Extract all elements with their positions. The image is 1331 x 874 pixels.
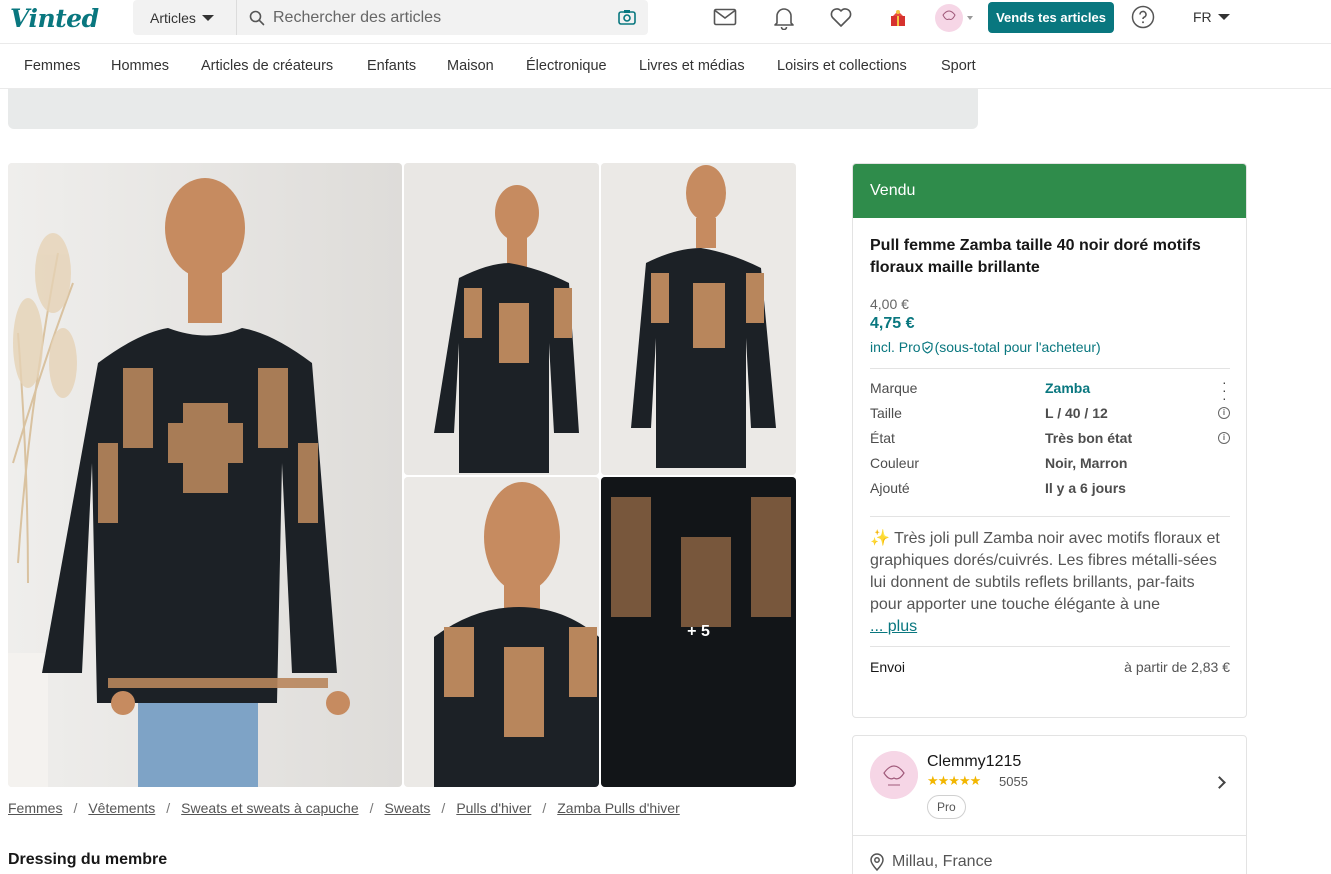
gift-icon[interactable] bbox=[887, 7, 909, 34]
language-label: FR bbox=[1193, 9, 1212, 25]
breadcrumb-link[interactable]: Pulls d'hiver bbox=[456, 800, 531, 816]
shipping-value: à partir de 2,83 € bbox=[1124, 659, 1230, 675]
incl-label: incl. Pro bbox=[870, 339, 921, 355]
detail-value: Noir, Marron bbox=[1045, 455, 1128, 471]
detail-row-added: Ajouté Il y a 6 jours bbox=[870, 480, 1230, 500]
search-input[interactable] bbox=[273, 8, 613, 27]
detail-row-condition: État Très bon état i bbox=[870, 430, 1230, 450]
item-description: ✨ Très joli pull Zamba noir avec motifs … bbox=[870, 528, 1230, 638]
thumbnail-photo-2[interactable] bbox=[601, 163, 796, 475]
detail-label: Ajouté bbox=[870, 480, 910, 496]
camera-search-icon[interactable] bbox=[618, 9, 636, 30]
heart-icon[interactable] bbox=[829, 6, 853, 33]
breadcrumb-link[interactable]: Sweats bbox=[385, 800, 431, 816]
info-icon[interactable]: i bbox=[1218, 432, 1230, 444]
search-category-dropdown[interactable]: Articles bbox=[133, 0, 237, 35]
divider bbox=[853, 835, 1246, 836]
breadcrumb-link[interactable]: Zamba Pulls d'hiver bbox=[557, 800, 680, 816]
breadcrumb-separator: / bbox=[166, 800, 171, 816]
inbox-icon[interactable] bbox=[713, 6, 737, 33]
nav-livres[interactable]: Livres et médias bbox=[639, 58, 745, 74]
seller-location: Millau, France bbox=[870, 853, 992, 871]
category-nav: Femmes Hommes Articles de créateurs Enfa… bbox=[0, 44, 1331, 89]
detail-value: Il y a 6 jours bbox=[1045, 480, 1126, 496]
nav-createurs[interactable]: Articles de créateurs bbox=[201, 58, 333, 74]
buyer-protection-info[interactable]: incl. Pro (sous-total pour l'acheteur) bbox=[870, 339, 1101, 355]
detail-label: Taille bbox=[870, 405, 902, 421]
nav-hommes[interactable]: Hommes bbox=[111, 58, 169, 74]
divider bbox=[870, 646, 1230, 647]
thumbnail-photo-1[interactable] bbox=[404, 163, 599, 475]
breadcrumb-link[interactable]: Vêtements bbox=[88, 800, 155, 816]
divider bbox=[870, 516, 1230, 517]
nav-electronique[interactable]: Électronique bbox=[526, 58, 607, 74]
user-avatar[interactable] bbox=[934, 3, 974, 38]
language-selector[interactable]: FR bbox=[1193, 9, 1230, 25]
shield-icon bbox=[921, 340, 933, 354]
ad-banner-placeholder bbox=[8, 89, 978, 129]
shipping-label: Envoi bbox=[870, 659, 906, 675]
divider bbox=[870, 368, 1230, 369]
more-photos-overlay[interactable]: + 5 bbox=[601, 477, 796, 787]
detail-row-brand: Marque Zamba · · · bbox=[870, 375, 1230, 405]
detail-value: L / 40 / 12 bbox=[1045, 405, 1108, 421]
item-title: Pull femme Zamba taille 40 noir doré mot… bbox=[870, 237, 1201, 276]
rating-stars: ★★★★★ bbox=[927, 773, 981, 788]
detail-row-color: Couleur Noir, Marron bbox=[870, 455, 1230, 475]
detail-label: Marque bbox=[870, 380, 918, 396]
thumbnail-photo-4[interactable]: + 5 bbox=[601, 477, 796, 787]
detail-row-size: Taille L / 40 / 12 i bbox=[870, 405, 1230, 425]
show-more-link[interactable]: ... plus bbox=[870, 618, 917, 635]
breadcrumb-separator: / bbox=[542, 800, 547, 816]
item-details-panel: Vendu Pull femme Zamba taille 40 noir do… bbox=[852, 163, 1247, 718]
location-pin-icon bbox=[870, 853, 884, 871]
thumbnail-photo-3[interactable] bbox=[404, 477, 599, 787]
nav-enfants[interactable]: Enfants bbox=[367, 58, 416, 74]
top-header: Vinted Articles Vends tes articles FR bbox=[0, 0, 1331, 44]
seller-avatar[interactable] bbox=[870, 751, 918, 799]
chevron-right-icon[interactable] bbox=[1213, 776, 1226, 789]
rating-count: 5055 bbox=[999, 774, 1028, 789]
brand-link[interactable]: Zamba bbox=[1045, 380, 1090, 396]
detail-label: Couleur bbox=[870, 455, 920, 471]
bell-icon[interactable] bbox=[773, 6, 795, 35]
breadcrumb-separator: / bbox=[441, 800, 446, 816]
more-options-icon[interactable]: · · · bbox=[1222, 375, 1227, 405]
location-text: Millau, France bbox=[892, 853, 993, 870]
breadcrumb-separator: / bbox=[369, 800, 374, 816]
nav-loisirs[interactable]: Loisirs et collections bbox=[777, 58, 907, 74]
help-icon[interactable] bbox=[1131, 5, 1155, 34]
detail-value: Très bon état bbox=[1045, 430, 1133, 446]
info-icon[interactable]: i bbox=[1218, 407, 1230, 419]
sold-banner: Vendu bbox=[853, 164, 1246, 218]
incl-suffix: (sous-total pour l'acheteur) bbox=[934, 339, 1101, 355]
search-category-label: Articles bbox=[150, 9, 196, 26]
nav-femmes[interactable]: Femmes bbox=[24, 58, 80, 74]
vinted-logo[interactable]: Vinted bbox=[10, 4, 99, 33]
nav-maison[interactable]: Maison bbox=[447, 58, 494, 74]
pro-badge: Pro bbox=[927, 795, 966, 819]
chevron-down-icon bbox=[1217, 14, 1230, 20]
item-price-with-protection[interactable]: 4,75 € bbox=[870, 315, 914, 333]
nav-sport[interactable]: Sport bbox=[941, 58, 976, 74]
more-photos-count: + 5 bbox=[687, 623, 710, 640]
description-text: ✨ Très joli pull Zamba noir avec motifs … bbox=[870, 530, 1220, 613]
member-wardrobe-heading: Dressing du membre bbox=[8, 851, 168, 868]
main-photo[interactable] bbox=[8, 163, 402, 787]
search-icon bbox=[249, 10, 265, 26]
chevron-down-icon bbox=[201, 14, 214, 21]
detail-label: État bbox=[870, 430, 895, 446]
item-price: 4,00 € bbox=[870, 296, 909, 312]
seller-card[interactable]: Clemmy1215 ★★★★★ 5055 Pro Millau, France bbox=[852, 735, 1247, 874]
seller-name[interactable]: Clemmy1215 bbox=[927, 753, 1021, 771]
sell-items-button[interactable]: Vends tes articles bbox=[988, 2, 1114, 33]
breadcrumb-link[interactable]: Sweats et sweats à capuche bbox=[181, 800, 358, 816]
search-bar: Articles bbox=[133, 0, 648, 35]
breadcrumb-link[interactable]: Femmes bbox=[8, 800, 62, 816]
breadcrumb: Femmes / Vêtements / Sweats et sweats à capu… bbox=[8, 800, 680, 816]
breadcrumb-separator: / bbox=[73, 800, 78, 816]
